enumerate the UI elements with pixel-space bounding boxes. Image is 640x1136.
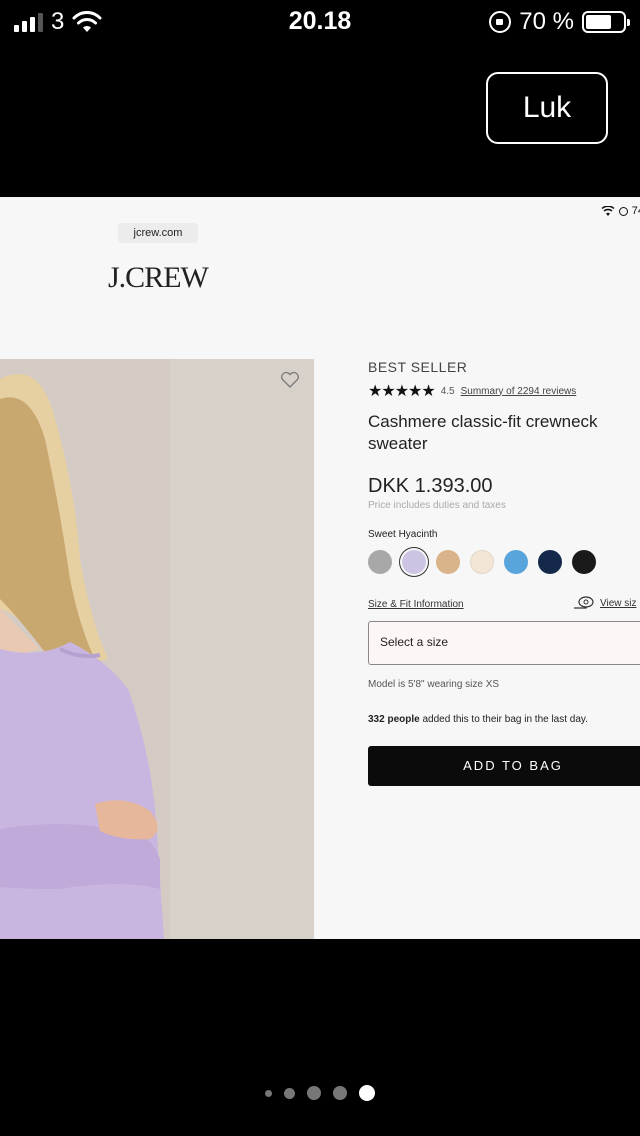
product-photo[interactable] bbox=[0, 359, 314, 939]
page-dot[interactable] bbox=[359, 1085, 375, 1101]
size-fit-link[interactable]: Size & Fit Information bbox=[368, 599, 464, 610]
view-size-link[interactable]: View siz bbox=[573, 596, 637, 610]
status-bar: 3 20.18 70 % bbox=[0, 0, 640, 44]
status-right: 70 % bbox=[489, 8, 630, 36]
url-bar[interactable]: jcrew.com bbox=[118, 223, 198, 243]
add-to-bag-button[interactable]: ADD TO BAG bbox=[368, 746, 640, 786]
brand-logo[interactable]: J.CREW bbox=[108, 261, 209, 295]
reviews-link[interactable]: Summary of 2294 reviews bbox=[461, 386, 577, 397]
color-swatch[interactable] bbox=[470, 550, 494, 574]
color-swatches bbox=[368, 550, 596, 574]
product-title: Cashmere classic-fit crewneck sweater bbox=[368, 412, 598, 453]
rating-row: ★★★★★ 4.5 Summary of 2294 reviews bbox=[368, 381, 576, 401]
model-size-note: Model is 5'8" wearing size XS bbox=[368, 679, 500, 690]
wishlist-heart-icon[interactable] bbox=[280, 371, 300, 389]
inner-orientation-lock-icon bbox=[618, 206, 628, 216]
orientation-lock-icon bbox=[489, 11, 512, 33]
page-dot[interactable] bbox=[265, 1089, 272, 1097]
page-dot[interactable] bbox=[284, 1087, 295, 1099]
color-swatch[interactable] bbox=[572, 550, 596, 574]
best-seller-badge: BEST SELLER bbox=[368, 359, 468, 375]
rating-stars: ★★★★★ bbox=[368, 383, 436, 400]
measuring-tape-icon bbox=[574, 596, 594, 609]
battery-percent: 70 % bbox=[519, 8, 574, 35]
social-proof: 332 people added this to their bag in th… bbox=[368, 714, 588, 725]
color-swatch[interactable] bbox=[368, 550, 392, 574]
selected-color-name: Sweet Hyacinth bbox=[368, 529, 438, 540]
view-size-label: View siz bbox=[600, 597, 637, 609]
battery-icon bbox=[582, 11, 630, 33]
product-screenshot[interactable]: 74 jcrew.com J.CREW BEST SELLER ★★★★★ bbox=[0, 197, 640, 939]
rating-value: 4.5 bbox=[440, 385, 455, 397]
page-dot[interactable] bbox=[307, 1086, 321, 1100]
inner-status-bar: 74 bbox=[601, 205, 640, 217]
color-swatch[interactable] bbox=[436, 550, 460, 574]
social-proof-text: added this to their bag in the last day. bbox=[422, 714, 588, 725]
page-dot[interactable] bbox=[333, 1086, 347, 1100]
inner-wifi-icon bbox=[601, 206, 615, 216]
social-proof-count: 332 people bbox=[368, 714, 420, 725]
inner-battery-percent: 74 bbox=[631, 205, 640, 217]
color-swatch[interactable] bbox=[504, 550, 528, 574]
color-swatch[interactable] bbox=[402, 550, 426, 574]
product-price: DKK 1.393.00 bbox=[368, 475, 493, 497]
price-note: Price includes duties and taxes bbox=[368, 500, 506, 511]
model-image bbox=[0, 359, 314, 939]
size-select[interactable]: Select a size bbox=[368, 621, 640, 665]
color-swatch[interactable] bbox=[538, 550, 562, 574]
close-button[interactable]: Luk bbox=[486, 72, 608, 144]
page-indicator[interactable] bbox=[0, 1085, 640, 1101]
